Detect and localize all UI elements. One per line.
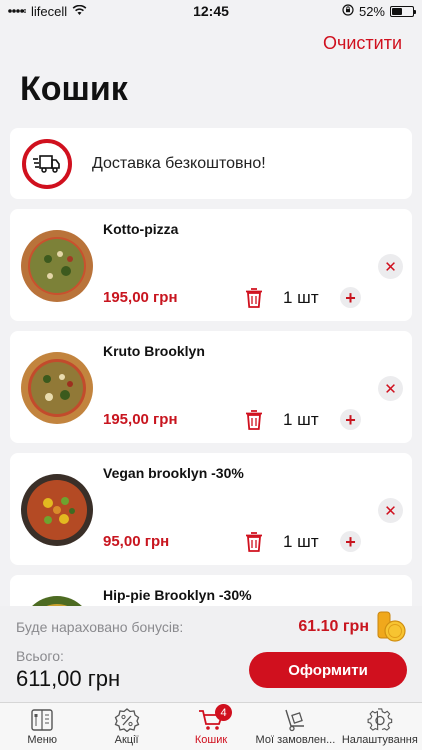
cart-item: Hip-pie Brooklyn -30% bbox=[10, 575, 412, 606]
pizza-image bbox=[20, 473, 94, 547]
increase-quantity-button[interactable]: + bbox=[340, 531, 361, 552]
item-name: Kotto-pizza bbox=[103, 221, 179, 237]
carrier-name: lifecell bbox=[31, 3, 68, 19]
pizza-image bbox=[20, 229, 94, 303]
tab-my-orders[interactable]: Мої замовлен... bbox=[253, 703, 337, 750]
item-quantity: 1 шт bbox=[283, 532, 319, 551]
item-price: 195,00 грн bbox=[103, 411, 178, 428]
increase-quantity-button[interactable]: + bbox=[340, 287, 361, 308]
tab-cart[interactable]: 4 Кошик bbox=[169, 703, 253, 750]
tab-promotions[interactable]: Акції bbox=[84, 703, 168, 750]
discount-badge-icon bbox=[114, 708, 139, 732]
item-price: 195,00 грн bbox=[103, 289, 178, 306]
tab-label: Мої замовлен... bbox=[255, 734, 336, 746]
coins-icon bbox=[376, 610, 406, 642]
tab-label: Акції bbox=[114, 734, 139, 746]
wifi-icon bbox=[72, 4, 87, 19]
cart-item: Vegan brooklyn -30% 95,00 грн 1 шт + ✕ bbox=[10, 453, 412, 565]
bonus-label: Буде нараховано бонусів: bbox=[16, 619, 184, 635]
page-title: Кошик bbox=[20, 70, 128, 108]
orientation-lock-icon bbox=[342, 3, 354, 19]
tab-label: Кошик bbox=[194, 734, 228, 746]
gear-icon bbox=[367, 708, 393, 731]
item-name: Hip-pie Brooklyn -30% bbox=[103, 587, 252, 603]
cart-list[interactable]: Доставка безкоштовно! Kotto-pizza 195,00… bbox=[0, 128, 422, 606]
checkout-button[interactable]: Оформити bbox=[249, 652, 407, 688]
cart-item: Kotto-pizza 195,00 грн 1 шт + ✕ bbox=[10, 209, 412, 321]
item-price: 95,00 грн bbox=[103, 533, 170, 550]
pizza-image bbox=[20, 351, 94, 425]
tab-bar: Меню Акції 4 Кошик Мої замовлен... Налаш… bbox=[0, 702, 422, 750]
menu-book-icon bbox=[31, 709, 53, 731]
tab-label: Налаштування bbox=[341, 734, 418, 746]
remove-item-button[interactable]: ✕ bbox=[378, 376, 403, 401]
increase-quantity-button[interactable]: + bbox=[340, 409, 361, 430]
status-bar: lifecell 12:45 52% bbox=[0, 0, 422, 22]
hand-truck-icon bbox=[285, 709, 305, 732]
delivery-text: Доставка безкоштовно! bbox=[92, 154, 266, 172]
total-label: Всього: bbox=[16, 648, 64, 664]
signal-icon bbox=[8, 4, 27, 19]
tab-settings[interactable]: Налаштування bbox=[338, 703, 422, 750]
order-summary: Буде нараховано бонусів: 61.10 грн Всьог… bbox=[0, 606, 422, 702]
item-name: Vegan brooklyn -30% bbox=[103, 465, 244, 481]
truck-icon bbox=[22, 138, 72, 189]
item-name: Kruto Brooklyn bbox=[103, 343, 205, 359]
bonus-value: 61.10 грн bbox=[298, 618, 369, 635]
pizza-image bbox=[20, 595, 94, 606]
tab-label: Меню bbox=[27, 734, 58, 746]
clear-cart-button[interactable]: Очистити bbox=[323, 33, 402, 54]
trash-icon[interactable] bbox=[245, 287, 263, 309]
trash-icon[interactable] bbox=[245, 409, 263, 431]
item-quantity: 1 шт bbox=[283, 288, 319, 307]
battery-percent: 52% bbox=[358, 3, 385, 19]
item-quantity: 1 шт bbox=[283, 410, 319, 429]
remove-item-button[interactable]: ✕ bbox=[378, 254, 403, 279]
battery-icon bbox=[390, 5, 416, 17]
cart-count-badge: 4 bbox=[215, 704, 233, 721]
remove-item-button[interactable]: ✕ bbox=[378, 498, 403, 523]
trash-icon[interactable] bbox=[245, 531, 263, 553]
tab-menu[interactable]: Меню bbox=[0, 703, 84, 750]
total-value: 611,00 грн bbox=[16, 666, 121, 691]
delivery-banner: Доставка безкоштовно! bbox=[10, 128, 412, 199]
cart-item: Kruto Brooklyn 195,00 грн 1 шт + ✕ bbox=[10, 331, 412, 443]
